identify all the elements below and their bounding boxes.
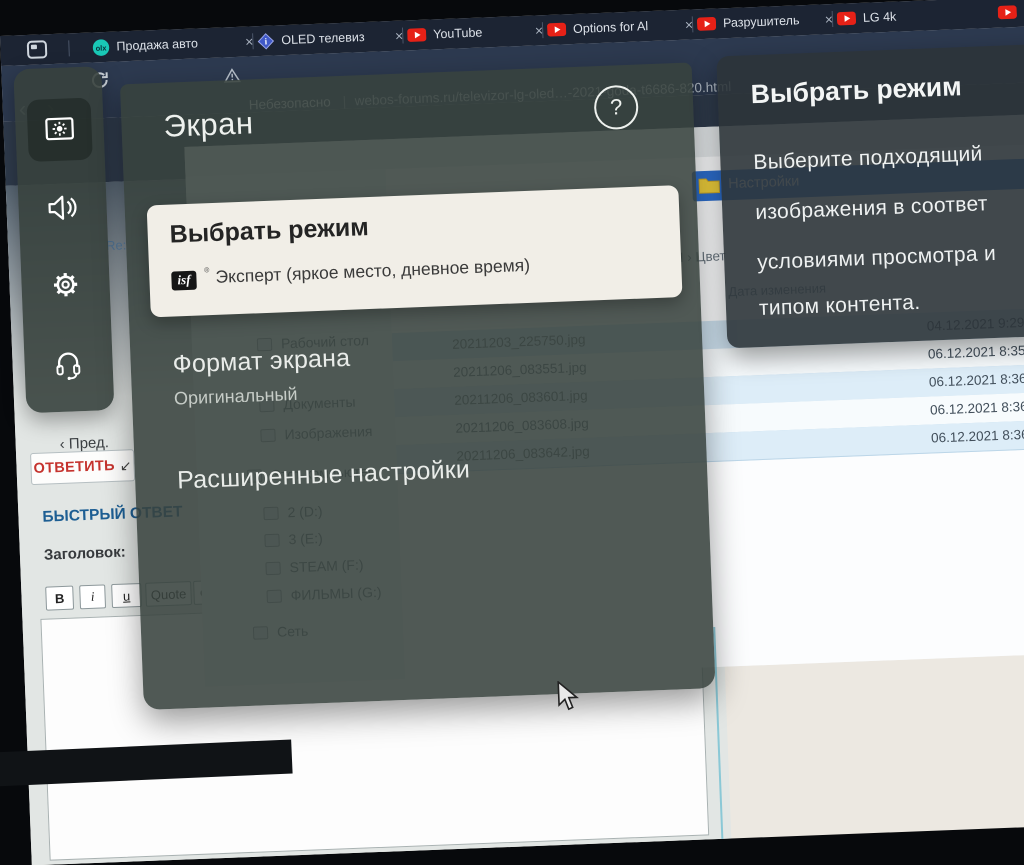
underline-button-label: u	[123, 588, 131, 603]
screen-format-title: Формат экрана	[172, 344, 351, 380]
file-date: 06.12.2021 8:36	[931, 427, 1024, 446]
youtube-favicon	[837, 11, 857, 26]
reply-button[interactable]: ОТВЕТИТЬ ↙	[30, 449, 135, 485]
reply-arrow-icon: ↙	[120, 457, 132, 474]
support-headset-icon[interactable]	[49, 344, 88, 383]
mode-card-title: Выбрать режим	[169, 213, 369, 250]
picture-mode-card[interactable]: Выбрать режим isf ® Эксперт (яркое место, …	[147, 185, 683, 317]
tab-label: Разрушитель	[723, 13, 800, 30]
screen-format-value: Оригинальный	[174, 384, 298, 410]
forum-thread-link-fragment: Re:	[106, 237, 127, 253]
registered-mark: ®	[204, 267, 209, 274]
file-date: 06.12.2021 8:36	[930, 399, 1024, 418]
tab-label: OLED телевиз	[281, 30, 365, 47]
settings-gear-icon[interactable]	[48, 267, 83, 302]
underline-button[interactable]: u	[111, 583, 142, 608]
tooltip-line: типом контента.	[759, 291, 921, 321]
tab-divider	[68, 40, 70, 56]
tab-label: YouTube	[433, 25, 483, 41]
help-button[interactable]: ?	[593, 85, 639, 131]
screen-settings-panel: Экран ? Выбрать режим isf ® Эксперт (яркое…	[120, 62, 716, 709]
tab-overview-icon[interactable]	[26, 39, 48, 60]
tab-label: LG 4k	[863, 10, 897, 25]
sound-icon[interactable]	[43, 190, 80, 225]
reply-button-label: ОТВЕТИТЬ	[33, 458, 115, 477]
italic-button-label: i	[90, 589, 94, 605]
folder-icon	[698, 175, 721, 194]
mode-card-value: Эксперт (яркое место, дневное время)	[215, 255, 530, 287]
help-glyph: ?	[610, 94, 623, 120]
isf-logo-badge: isf	[171, 271, 197, 291]
advanced-settings-item[interactable]: Расширенные настройки	[134, 428, 708, 506]
bold-button-label: B	[55, 590, 65, 605]
info-diamond-favicon: i	[257, 32, 275, 50]
olx-favicon: olx	[92, 38, 110, 56]
tab-label: Options for Al	[573, 19, 649, 36]
mode-help-tooltip: Выбрать режим Выберите подходящий изобра…	[716, 42, 1024, 348]
mode-card-value-row: isf ® Эксперт (яркое место, дневное время)	[171, 255, 530, 291]
screen-format-item[interactable]: Формат экрана Оригинальный	[130, 312, 705, 434]
youtube-favicon	[407, 28, 427, 43]
tooltip-line: Выберите подходящий	[753, 142, 983, 175]
file-date: 06.12.2021 8:36	[929, 371, 1024, 390]
svg-text:olx: olx	[95, 43, 107, 52]
monitor-screen: olx Продажа авто × i OLED телевиз × YouT…	[0, 0, 1024, 865]
picture-settings-icon[interactable]	[42, 112, 77, 147]
italic-button[interactable]: i	[79, 584, 106, 609]
youtube-favicon-partial	[998, 5, 1018, 20]
tooltip-line: изображения в соответ	[755, 192, 988, 225]
youtube-favicon	[697, 17, 717, 32]
advanced-settings-label: Расширенные настройки	[177, 455, 471, 495]
file-date: 06.12.2021 8:35	[928, 343, 1024, 362]
tooltip-line: условиями просмотра и	[757, 242, 997, 275]
youtube-favicon	[547, 22, 567, 37]
panel-title: Экран	[163, 105, 254, 144]
tooltip-title: Выбрать режим	[750, 71, 962, 110]
subject-label: Заголовок:	[44, 544, 126, 564]
tv-settings-rail	[13, 66, 114, 413]
mouse-cursor	[556, 680, 581, 713]
bold-button[interactable]: B	[45, 586, 74, 611]
tab-label: Продажа авто	[116, 36, 198, 53]
